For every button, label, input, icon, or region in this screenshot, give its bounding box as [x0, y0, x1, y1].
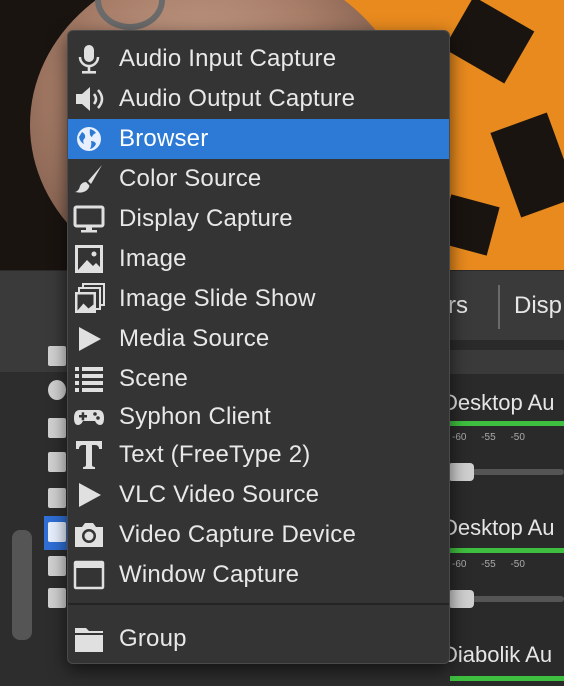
menu-item-label: Video Capture Device — [119, 521, 357, 548]
menu-item-label: Image — [119, 245, 187, 272]
tab-separator — [498, 285, 500, 329]
menu-item-group[interactable]: Group — [68, 619, 449, 659]
menu-item-image[interactable]: Image — [68, 239, 449, 279]
menu-item-browser[interactable]: Browser — [68, 119, 449, 159]
source-mic-icon — [48, 452, 66, 472]
menu-item-video-capture-device[interactable]: Video Capture Device — [68, 515, 449, 555]
play-icon — [72, 478, 106, 512]
meter-ticks: -60 -55 -50 — [452, 432, 525, 443]
gamepad-icon — [72, 400, 106, 434]
source-play-icon — [48, 556, 66, 576]
dock-float-icon[interactable] — [48, 346, 66, 366]
microphone-icon — [72, 42, 106, 76]
menu-item-display-capture[interactable]: Display Capture — [68, 199, 449, 239]
menu-item-label: Display Capture — [119, 205, 293, 232]
window-icon — [72, 558, 106, 592]
menu-item-media-source[interactable]: Media Source — [68, 319, 449, 359]
menu-item-syphon-client[interactable]: Syphon Client — [68, 397, 449, 437]
sources-scrollbar[interactable] — [12, 530, 32, 640]
paintbrush-icon — [72, 162, 106, 196]
menu-item-vlc-video-source[interactable]: VLC Video Source — [68, 475, 449, 515]
add-source-menu: Audio Input Capture Audio Output Capture… — [67, 30, 450, 664]
source-image-icon — [48, 588, 66, 608]
audio-mixer-header — [450, 350, 564, 374]
source-monitor-icon — [48, 522, 66, 542]
menu-item-label: Image Slide Show — [119, 285, 316, 312]
menu-item-audio-output-capture[interactable]: Audio Output Capture — [68, 79, 449, 119]
menu-item-label: Text (FreeType 2) — [119, 441, 311, 468]
menu-item-label: VLC Video Source — [119, 481, 320, 508]
volume-meter — [450, 676, 564, 681]
dock-tab-partial[interactable]: rs — [448, 292, 468, 320]
source-camera-icon — [48, 418, 66, 438]
menu-item-window-capture[interactable]: Window Capture — [68, 555, 449, 595]
image-stack-icon — [72, 282, 106, 316]
mixer-channel-name: Desktop Au — [442, 390, 555, 415]
volume-meter — [450, 548, 564, 553]
mixer-channel-name: Diabolik Au — [442, 642, 553, 667]
image-icon — [72, 242, 106, 276]
menu-item-color-source[interactable]: Color Source — [68, 159, 449, 199]
volume-slider-knob[interactable] — [448, 590, 474, 608]
speaker-icon — [72, 82, 106, 116]
menu-item-text-freetype-2[interactable]: Text (FreeType 2) — [68, 435, 449, 475]
menu-item-audio-input-capture[interactable]: Audio Input Capture — [68, 39, 449, 79]
menu-item-label: Group — [119, 625, 187, 652]
menu-item-label: Syphon Client — [119, 403, 272, 430]
play-icon — [72, 322, 106, 356]
source-image-icon — [48, 488, 66, 508]
monitor-icon — [72, 202, 106, 236]
menu-item-scene[interactable]: Scene — [68, 359, 449, 399]
meter-ticks: -60 -55 -50 — [452, 559, 525, 570]
volume-slider-knob[interactable] — [448, 463, 474, 481]
source-globe-icon — [48, 380, 66, 400]
menu-item-label: Audio Output Capture — [119, 85, 356, 112]
menu-item-image-slide-show[interactable]: Image Slide Show — [68, 279, 449, 319]
mixer-channel-name: Desktop Au — [442, 515, 555, 540]
dock-tab-partial[interactable]: Disp — [514, 292, 562, 320]
list-icon — [72, 362, 106, 396]
menu-item-label: Browser — [119, 125, 209, 152]
text-icon — [72, 438, 106, 472]
camera-icon — [72, 518, 106, 552]
menu-item-label: Scene — [119, 365, 189, 392]
volume-meter — [450, 421, 564, 426]
folder-icon — [72, 622, 106, 656]
menu-separator — [68, 603, 449, 605]
menu-item-label: Media Source — [119, 325, 270, 352]
menu-item-label: Color Source — [119, 165, 262, 192]
menu-item-label: Audio Input Capture — [119, 45, 337, 72]
globe-icon — [72, 122, 106, 156]
menu-item-label: Window Capture — [119, 561, 300, 588]
